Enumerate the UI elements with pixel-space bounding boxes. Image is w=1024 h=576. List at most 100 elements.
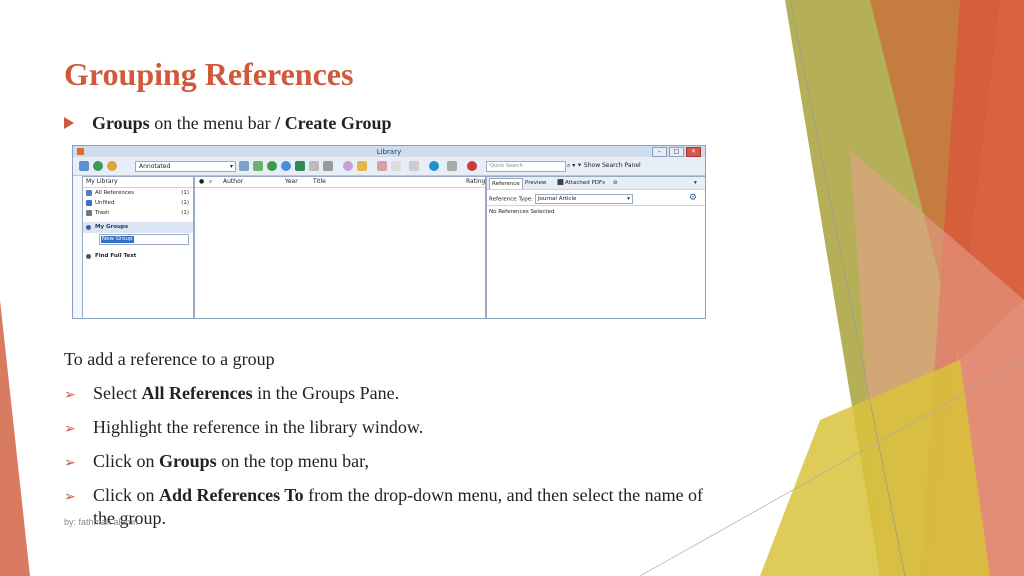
divider	[487, 205, 705, 206]
local-library-mode-icon[interactable]	[79, 161, 89, 171]
step-text: Highlight the reference in the library w…	[93, 417, 424, 437]
unfiled-icon	[86, 200, 92, 206]
column-year[interactable]: Year	[285, 177, 298, 187]
window-titlebar: Library – □ ✕	[73, 146, 705, 157]
group-label: Unfiled	[95, 200, 115, 206]
group-count: (1)	[181, 190, 189, 196]
import-icon[interactable]	[323, 161, 333, 171]
find-full-text-section[interactable]: Find Full Text	[83, 251, 193, 261]
attachment-icon[interactable]: ⌕	[209, 177, 212, 187]
slide-title: Grouping References	[64, 56, 354, 92]
search-panel-toggle[interactable]: ⌕ ▾ ⯆ Show Search Panel	[567, 161, 641, 170]
pane-options-icon[interactable]: ▾	[692, 178, 699, 188]
group-unfiled[interactable]: Unfiled (1)	[83, 198, 193, 208]
export-icon[interactable]	[309, 161, 319, 171]
insert-citation-word-icon[interactable]	[377, 161, 387, 171]
bullet-text: on the menu bar	[149, 113, 276, 133]
group-count: (1)	[181, 200, 189, 206]
style-select[interactable]: Annotated ▾	[135, 161, 236, 172]
paperclip-icon[interactable]: ⊘	[611, 178, 620, 188]
download-icon[interactable]	[295, 161, 305, 171]
minimize-button[interactable]: –	[652, 147, 667, 157]
step-1: ➢ Select All References in the Groups Pan…	[64, 383, 399, 404]
collapse-icon	[86, 254, 91, 259]
reference-tabs: Reference Preview ⬛ Attached PDFs ⊘ ▾	[487, 177, 705, 190]
reference-type-select[interactable]: Journal Article ▾	[534, 194, 633, 204]
library-icon	[86, 190, 92, 196]
window-title: Library	[376, 148, 402, 156]
step-text: Click on	[93, 485, 159, 505]
bullet-bold-create-group: Create Group	[280, 113, 392, 133]
step-text: Select	[93, 383, 142, 403]
reference-type-label: Reference Type:	[489, 196, 533, 203]
step-4: ➢ Click on Add References To from the dro…	[64, 485, 703, 506]
insert-citation-icon[interactable]	[239, 161, 249, 171]
footer-author: by: fathmah alamri	[64, 517, 139, 527]
step-2: ➢ Highlight the reference in the library …	[64, 417, 423, 438]
groups-header: My Library	[83, 177, 193, 188]
integrated-library-icon[interactable]	[107, 161, 117, 171]
quick-search-input[interactable]: Quick Search	[486, 161, 566, 172]
open-file-icon[interactable]	[357, 161, 367, 171]
chevron-down-icon: ▾	[229, 163, 233, 170]
column-rating[interactable]: Rating	[466, 177, 485, 187]
arrow-bullet-icon: ➢	[64, 387, 76, 403]
layout-icon[interactable]	[447, 161, 457, 171]
bullet-bold-groups: Groups	[92, 113, 150, 133]
sync-icon[interactable]	[429, 161, 439, 171]
column-title[interactable]: Title	[313, 177, 326, 187]
library-window-screenshot: Library – □ ✕ Annotated ▾ Quick Search ⌕ …	[72, 145, 706, 319]
toolbar: Annotated ▾ Quick Search ⌕ ▾ ⯆ Show Searc…	[73, 157, 705, 176]
new-group-name-input[interactable]: New Group	[99, 234, 189, 245]
online-search-icon[interactable]	[267, 161, 277, 171]
trash-icon	[86, 210, 92, 216]
new-reference-icon[interactable]	[253, 161, 263, 171]
group-label: All References	[95, 190, 135, 196]
share-icon[interactable]	[409, 161, 419, 171]
column-author[interactable]: Author	[223, 177, 243, 187]
open-link-icon[interactable]	[343, 161, 353, 171]
bullet-create-group: Groups on the menu bar / Create Group	[64, 113, 392, 134]
close-button[interactable]: ✕	[686, 147, 701, 157]
my-groups-label: My Groups	[95, 224, 129, 230]
step-bold: Add References To	[159, 485, 304, 505]
step-bold: Groups	[159, 451, 217, 471]
tab-attached-pdfs[interactable]: Attached PDFs	[563, 178, 607, 188]
group-label: Trash	[95, 210, 110, 216]
find-full-text-label: Find Full Text	[95, 253, 137, 259]
show-search-panel-label: Show Search Panel	[583, 162, 641, 169]
style-select-value: Annotated	[139, 163, 171, 170]
intro-text: To add a reference to a group	[64, 349, 275, 369]
chevron-down-icon: ▾	[627, 196, 630, 202]
group-all-references[interactable]: All References (1)	[83, 188, 193, 198]
groups-pane: My Library All References (1) Unfiled (1…	[82, 176, 194, 318]
help-icon[interactable]	[467, 161, 477, 171]
maximize-button[interactable]: □	[669, 147, 684, 157]
no-references-message: No References Selected	[489, 209, 555, 215]
step-text: on the top menu bar,	[216, 451, 369, 471]
my-groups-section[interactable]: My Groups	[83, 222, 193, 233]
format-bibliography-icon[interactable]	[391, 161, 401, 171]
triangle-bullet-icon	[64, 116, 74, 129]
group-count: (1)	[181, 210, 189, 216]
group-trash[interactable]: Trash (1)	[83, 208, 193, 218]
find-full-text-icon[interactable]	[281, 161, 291, 171]
step-text: Click on	[93, 451, 159, 471]
reference-list-pane: ● ⌕ Author Year Title Rating	[194, 176, 486, 318]
arrow-bullet-icon: ➢	[64, 455, 76, 471]
new-group-text: New Group	[101, 236, 134, 243]
tab-reference[interactable]: Reference	[489, 178, 523, 189]
step-bold: All References	[141, 383, 253, 403]
reference-type-row: Reference Type: Journal Article ▾	[489, 194, 633, 204]
collapse-icon	[86, 225, 91, 230]
reference-panel: Reference Preview ⬛ Attached PDFs ⊘ ▾ Re…	[486, 176, 705, 318]
search-icon: ⌕ ▾ ⯆	[567, 162, 584, 169]
gear-icon[interactable]: ⚙	[689, 193, 697, 203]
online-search-mode-icon[interactable]	[93, 161, 103, 171]
reference-list-header: ● ⌕ Author Year Title Rating	[195, 177, 485, 188]
read-status-icon[interactable]: ●	[199, 177, 204, 187]
reference-type-value: Journal Article	[537, 196, 577, 202]
arrow-bullet-icon: ➢	[64, 489, 76, 505]
tab-preview[interactable]: Preview	[523, 178, 548, 188]
arrow-bullet-icon: ➢	[64, 421, 76, 437]
